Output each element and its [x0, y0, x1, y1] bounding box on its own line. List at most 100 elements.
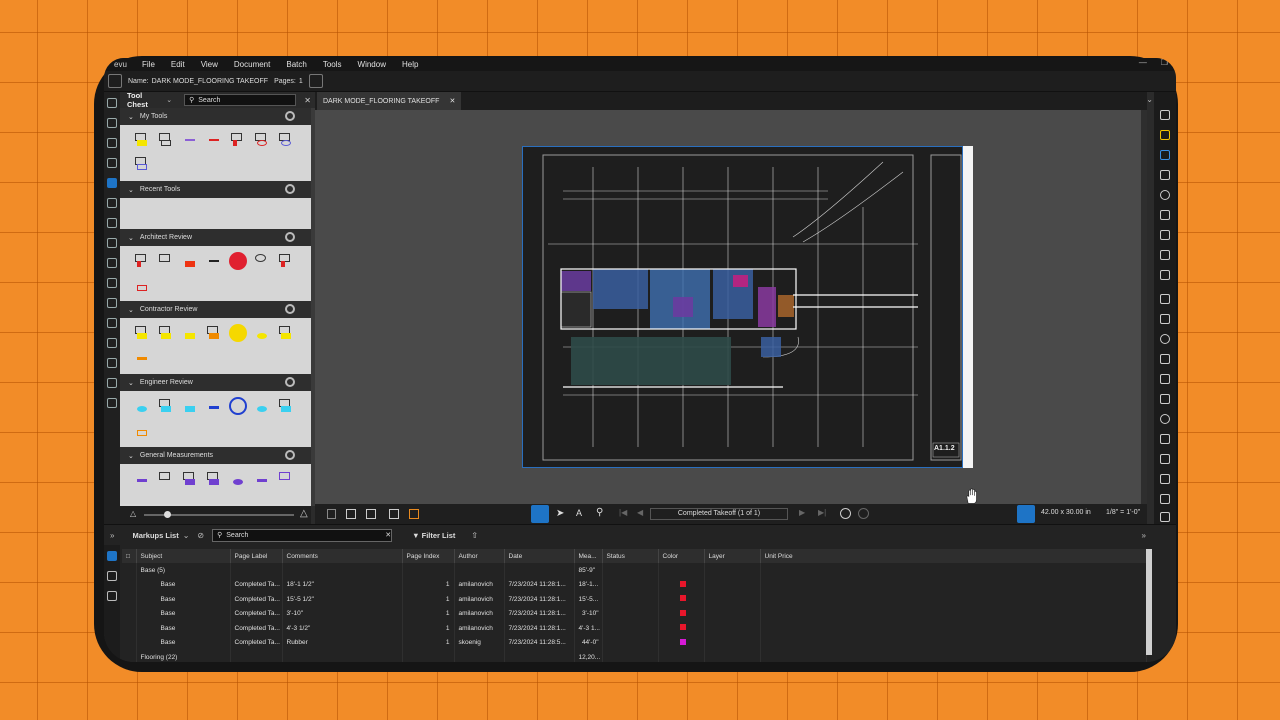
- polyline-icon[interactable]: [1160, 354, 1170, 364]
- callout-icon[interactable]: [1160, 170, 1170, 180]
- arrow-icon[interactable]: [1160, 314, 1170, 324]
- stamp-tool-icon[interactable]: [229, 324, 247, 342]
- minimize-icon[interactable]: —: [1139, 58, 1147, 67]
- close-icon[interactable]: ✕: [304, 96, 311, 105]
- size-slider-thumb[interactable]: [164, 511, 171, 518]
- polyline-tool-icon[interactable]: [135, 423, 149, 437]
- callout-tool-icon[interactable]: [135, 326, 149, 340]
- cloud-icon[interactable]: [1160, 454, 1170, 464]
- first-page-icon[interactable]: |◀: [619, 508, 627, 517]
- menu-tools[interactable]: Tools: [315, 60, 350, 69]
- select-all-checkbox[interactable]: □: [122, 549, 137, 563]
- close-icon[interactable]: ✕: [449, 97, 455, 105]
- person-tool-icon[interactable]: [255, 399, 269, 413]
- callout-tool-icon[interactable]: [279, 326, 293, 340]
- markups-search[interactable]: ⚲ Search ✕: [212, 528, 393, 542]
- table-row[interactable]: Base Completed Ta... 4'-3 1/2" 1 amilano…: [122, 621, 1147, 636]
- close-icon[interactable]: ✕: [385, 531, 391, 539]
- line-icon[interactable]: [1160, 294, 1170, 304]
- links-icon[interactable]: [107, 218, 117, 228]
- callout-tool-icon[interactable]: [231, 133, 245, 147]
- page-icon[interactable]: [308, 74, 323, 88]
- menu-file[interactable]: File: [134, 60, 163, 69]
- table-row[interactable]: Base Completed Ta... Rubber 1 skoenig 7/…: [122, 635, 1147, 650]
- signatures-icon[interactable]: [107, 258, 117, 268]
- document-scrollbar[interactable]: [1141, 110, 1147, 504]
- text-tool-icon[interactable]: [159, 326, 173, 340]
- text-tool-icon[interactable]: [159, 399, 173, 413]
- stamp-tool-icon[interactable]: [229, 252, 247, 270]
- column-color[interactable]: Color: [658, 549, 705, 563]
- arrow-tool-icon[interactable]: [183, 133, 197, 147]
- color-swatch[interactable]: [680, 624, 686, 631]
- spaces-icon[interactable]: [107, 378, 117, 388]
- expand-panel-icon[interactable]: »: [110, 531, 114, 540]
- arrow-tool-icon[interactable]: [207, 254, 221, 268]
- large-size-icon[interactable]: △: [300, 508, 308, 519]
- column-status[interactable]: Status: [602, 549, 659, 563]
- chevron-down-icon[interactable]: ⌄: [166, 96, 172, 104]
- menu-help[interactable]: Help: [394, 60, 426, 69]
- prev-page-icon[interactable]: ◀: [637, 508, 643, 517]
- callout-tool-icon[interactable]: [279, 254, 293, 268]
- table-row[interactable]: Base Completed Ta... 15'-5 1/2" 1 amilan…: [122, 592, 1147, 607]
- note-icon[interactable]: [1160, 210, 1170, 220]
- section-engineer-review[interactable]: ⌄ Engineer Review: [120, 374, 311, 391]
- table-row[interactable]: Base Completed Ta... 18'-1 1/2" 1 amilan…: [122, 577, 1147, 592]
- summary-icon[interactable]: [107, 571, 117, 581]
- text-tool-icon[interactable]: [159, 254, 173, 268]
- group-row-flooring[interactable]: Flooring (22) 12,20...: [122, 650, 1147, 662]
- menu-view[interactable]: View: [193, 60, 226, 69]
- contrast-icon[interactable]: [1017, 505, 1035, 523]
- sets-icon[interactable]: [107, 298, 117, 308]
- pan-tool-icon[interactable]: [531, 505, 549, 523]
- markups-list-title[interactable]: Markups List: [132, 531, 178, 540]
- section-architect-review[interactable]: ⌄ Architect Review: [120, 229, 311, 246]
- drawing-sheet[interactable]: A1.1.2: [522, 146, 973, 468]
- section-recent-tools[interactable]: ⌄ Recent Tools: [120, 181, 311, 198]
- menu-edit[interactable]: Edit: [163, 60, 193, 69]
- column-layer[interactable]: Layer: [704, 549, 761, 563]
- forms-icon[interactable]: [107, 318, 117, 328]
- section-contractor-review[interactable]: ⌄ Contractor Review: [120, 301, 311, 318]
- small-size-icon[interactable]: △: [130, 509, 136, 518]
- snapshot-icon[interactable]: [409, 509, 419, 519]
- callout-tool-icon[interactable]: [279, 399, 293, 413]
- tool-chest-icon[interactable]: [107, 178, 117, 188]
- length-tool-icon[interactable]: [135, 472, 149, 486]
- table-row[interactable]: Base Completed Ta... 3'-10" 1 amilanovic…: [122, 606, 1147, 621]
- color-swatch[interactable]: [680, 609, 686, 616]
- tool-chest-search[interactable]: ⚲ Search: [184, 94, 297, 106]
- highlight-icon[interactable]: [1160, 130, 1170, 140]
- bookmarks-icon[interactable]: [107, 118, 117, 128]
- section-general-measurements[interactable]: ⌄ General Measurements: [120, 447, 311, 464]
- cloud-tool-icon[interactable]: [255, 254, 269, 268]
- highlight-tool-icon[interactable]: [183, 399, 197, 413]
- check-tool-icon[interactable]: [135, 350, 149, 364]
- ellipse-tool-icon[interactable]: [279, 133, 293, 147]
- cloud-tool-icon[interactable]: [255, 133, 269, 147]
- filter-list-button[interactable]: ▼ Filter List: [412, 531, 455, 540]
- layers-icon[interactable]: [107, 158, 117, 168]
- export-icon[interactable]: ⇧: [471, 531, 478, 540]
- eraser-icon[interactable]: [1160, 474, 1170, 484]
- markups-scrollbar[interactable]: [1146, 549, 1152, 655]
- angle-tool-icon[interactable]: [279, 472, 293, 486]
- line-tool-icon[interactable]: [207, 133, 221, 147]
- column-page-label[interactable]: Page Label: [230, 549, 283, 563]
- studio-icon[interactable]: [107, 398, 117, 408]
- gear-icon[interactable]: [285, 111, 295, 121]
- compare-icon[interactable]: [107, 338, 117, 348]
- count-tool-icon[interactable]: [231, 472, 245, 486]
- highlight-tool-icon[interactable]: [183, 326, 197, 340]
- text-select-icon[interactable]: A: [576, 508, 582, 518]
- column-author[interactable]: Author: [454, 549, 505, 563]
- text-box-icon[interactable]: [1160, 110, 1170, 120]
- check-tool-icon[interactable]: [255, 472, 269, 486]
- volume-tool-icon[interactable]: [207, 472, 221, 486]
- tab-document[interactable]: DARK MODE_FLOORING TAKEOFF ✕: [317, 92, 462, 110]
- cloud-tool-icon[interactable]: [255, 326, 269, 340]
- callout-tool-icon[interactable]: [135, 254, 149, 268]
- list-view-icon[interactable]: [107, 551, 117, 561]
- gear-icon[interactable]: [285, 232, 295, 242]
